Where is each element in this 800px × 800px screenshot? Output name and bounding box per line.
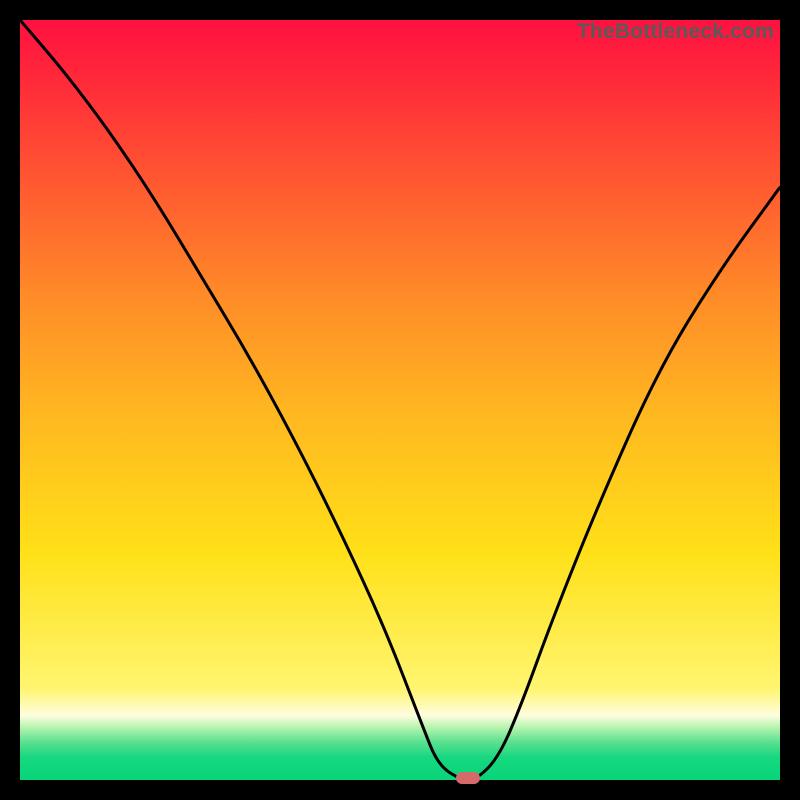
bottleneck-curve [20,20,780,780]
optimal-point-marker [456,772,480,784]
curve-path [20,20,780,780]
chart-frame: TheBottleneck.com [0,0,800,800]
plot-area: TheBottleneck.com [20,20,780,780]
